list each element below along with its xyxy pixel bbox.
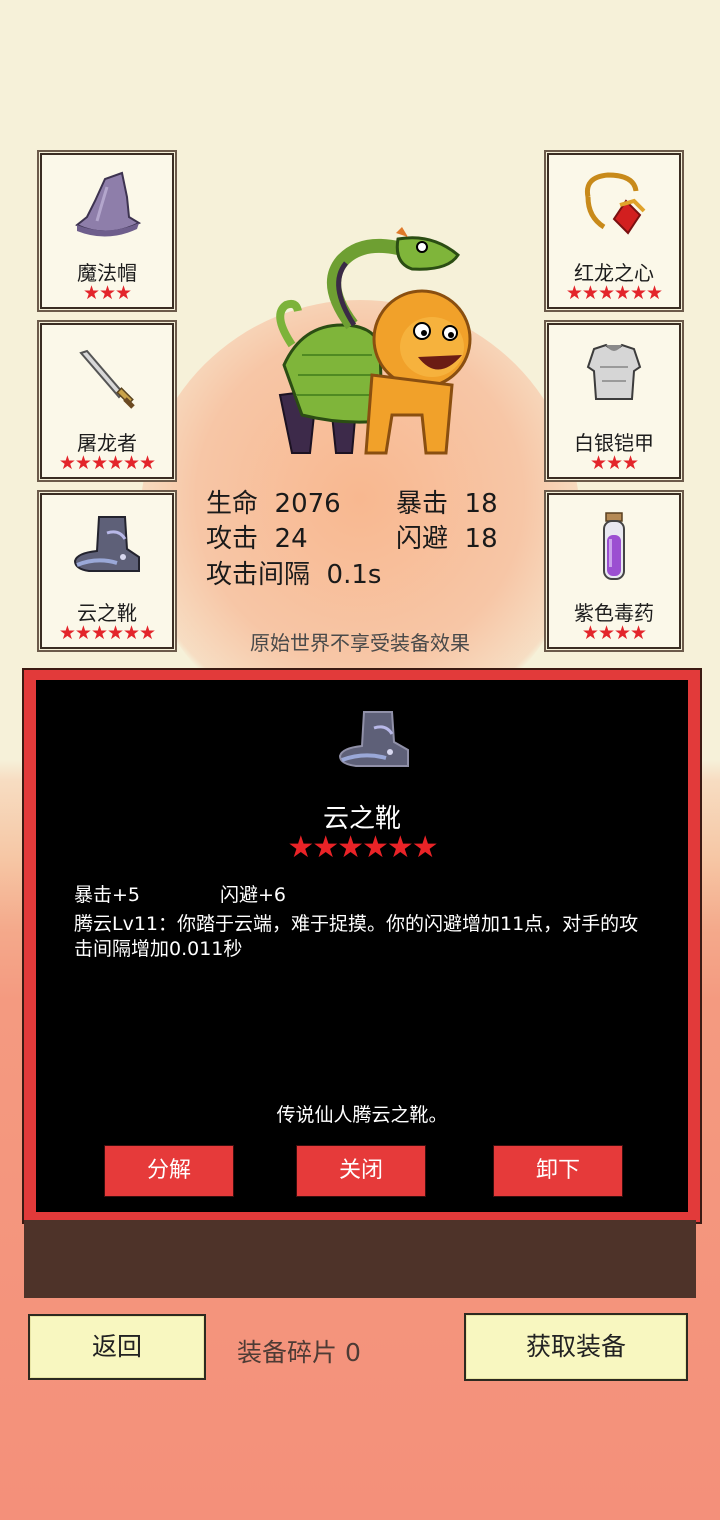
stat-crit-label: 暴击 — [396, 489, 449, 519]
decompose-button[interactable]: 分解 — [104, 1145, 234, 1197]
stat-crit: 暴击 18 — [396, 483, 498, 520]
dagger-icon — [79, 349, 135, 409]
detail-item-stars: ★★★★★★ — [287, 830, 438, 865]
amulet-icon — [584, 172, 646, 235]
panel-base-shadow — [24, 1220, 696, 1298]
equip-slot-dragon-slayer[interactable]: 屠龙者 ★★★★★★ — [40, 323, 174, 479]
stat-crit-value: 18 — [464, 489, 498, 519]
equip-slot-purple-poison[interactable]: 紫色毒药 ★★★★ — [547, 493, 681, 649]
equip-slot-wizard-hat[interactable]: 魔法帽 ★★★ — [40, 153, 174, 309]
stat-dodge-label: 闪避 — [396, 524, 449, 554]
stat-attack: 攻击 24 — [206, 518, 308, 555]
item-detail-body: 云之靴 ★★★★★★ 暴击+5 闪避+6 腾云Lv11：你踏于云端，难于捉摸。你… — [36, 680, 688, 1212]
equip-stars: ★★★ — [589, 452, 639, 474]
detail-lore-text: 传说仙人腾云之靴。 — [276, 1104, 448, 1126]
stat-attack-interval: 攻击间隔 0.1s — [206, 554, 381, 591]
shards-label: 装备碎片 — [237, 1338, 338, 1367]
equip-slot-red-dragon-heart[interactable]: 红龙之心 ★★★★★★ — [547, 153, 681, 309]
stat-interval-value: 0.1s — [326, 560, 382, 590]
unequip-button[interactable]: 卸下 — [493, 1145, 623, 1197]
item-detail-panel: 云之靴 ★★★★★★ 暴击+5 闪避+6 腾云Lv11：你踏于云端，难于捉摸。你… — [22, 668, 702, 1224]
equip-stars: ★★★ — [82, 282, 132, 304]
shards-value: 0 — [344, 1338, 361, 1367]
equipment-shards: 装备碎片 0 — [237, 1333, 361, 1369]
close-button[interactable]: 关闭 — [296, 1145, 426, 1197]
equip-stars: ★★★★★★ — [565, 282, 663, 304]
stat-attack-value: 24 — [274, 524, 308, 554]
stat-dodge: 闪避 18 — [396, 518, 498, 555]
stat-dodge-value: 18 — [464, 524, 498, 554]
stat-interval-label: 攻击间隔 — [206, 560, 311, 590]
detail-attr-dodge: 闪避+6 — [220, 884, 287, 906]
detail-attr-crit: 暴击+5 — [74, 884, 141, 906]
equip-slot-silver-armor[interactable]: 白银铠甲 ★★★ — [547, 323, 681, 479]
boots-icon — [73, 516, 140, 572]
equip-slot-cloud-boots[interactable]: 云之靴 ★★★★★★ — [40, 493, 174, 649]
world-notice: 原始世界不享受装备效果 — [250, 631, 470, 655]
stat-attack-label: 攻击 — [206, 524, 259, 554]
potion-icon — [603, 512, 625, 580]
back-button[interactable]: 返回 — [28, 1314, 206, 1380]
chimera-monster-sprite — [276, 227, 472, 455]
stat-hp-label: 生命 — [206, 489, 259, 519]
stat-hp-value: 2076 — [274, 489, 341, 519]
equip-stars: ★★★★★★ — [58, 452, 156, 474]
detail-boots-icon — [338, 711, 409, 767]
detail-skill-description: 腾云Lv11：你踏于云端，难于捉摸。你的闪避增加11点，对手的攻击间隔增加0.0… — [74, 913, 639, 960]
stat-hp: 生命 2076 — [206, 483, 341, 520]
wizard-hat-icon — [75, 171, 142, 237]
armor-icon — [586, 343, 642, 400]
get-equipment-button[interactable]: 获取装备 — [464, 1313, 688, 1381]
